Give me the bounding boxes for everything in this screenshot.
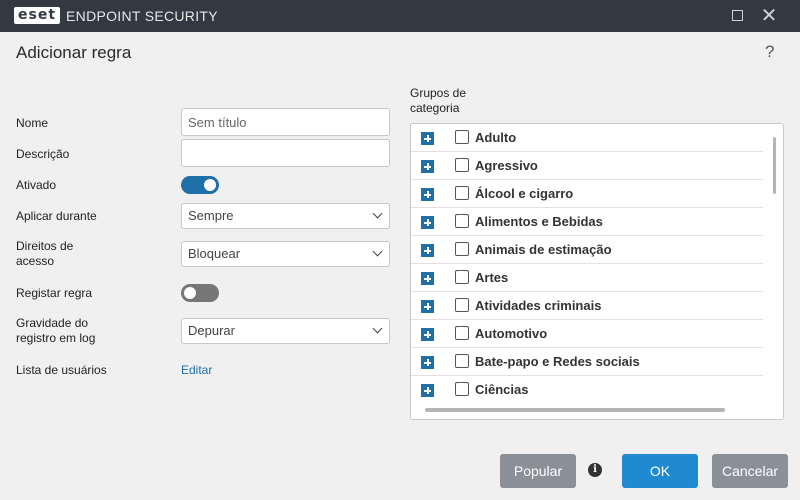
title-bar: eset ENDPOINT SECURITY ✕ — [0, 0, 800, 32]
registrar-toggle[interactable] — [181, 284, 219, 302]
descricao-input[interactable] — [181, 139, 390, 167]
dialog-title: Adicionar regra — [16, 43, 132, 62]
plus-icon[interactable] — [421, 132, 434, 145]
gravidade-label: Gravidade do registro em log — [16, 316, 95, 346]
aplicar-label: Aplicar durante — [16, 209, 97, 223]
nome-input[interactable] — [181, 108, 390, 136]
category-row: Animais de estimação — [411, 236, 763, 264]
info-icon[interactable]: i — [588, 463, 602, 477]
toggle-knob — [204, 179, 216, 191]
plus-icon[interactable] — [421, 272, 434, 285]
plus-icon[interactable] — [421, 188, 434, 201]
close-icon: ✕ — [760, 5, 778, 27]
plus-icon[interactable] — [421, 216, 434, 229]
direitos-label: Direitos de acesso — [16, 239, 73, 269]
horizontal-scrollbar[interactable] — [425, 408, 725, 412]
category-name: Automotivo — [475, 326, 548, 341]
gravidade-value: Depurar — [188, 323, 235, 338]
gravidade-label-line2: registro em log — [16, 331, 96, 345]
category-checkbox[interactable] — [455, 354, 469, 368]
maximize-icon — [731, 10, 743, 21]
category-row: Ciências — [411, 376, 763, 404]
category-row: Agressivo — [411, 152, 763, 180]
close-button[interactable]: ✕ — [759, 6, 779, 26]
ativado-toggle[interactable] — [181, 176, 219, 194]
category-checkbox[interactable] — [455, 186, 469, 200]
plus-icon[interactable] — [421, 384, 434, 397]
category-name: Ciências — [475, 382, 529, 397]
category-row: Atividades criminais — [411, 292, 763, 320]
ativado-label: Ativado — [16, 178, 57, 192]
cancel-button[interactable]: Cancelar — [712, 454, 788, 488]
gravidade-label-line1: Gravidade do — [16, 316, 89, 330]
category-checkbox[interactable] — [455, 298, 469, 312]
direitos-select[interactable]: Bloquear — [181, 241, 390, 267]
editar-link[interactable]: Editar — [181, 363, 212, 377]
categories-label-line2: categoria — [410, 101, 460, 115]
direitos-label-line2: acesso — [16, 254, 55, 268]
ok-button[interactable]: OK — [622, 454, 698, 488]
help-icon[interactable]: ? — [765, 42, 774, 62]
category-name: Alimentos e Bebidas — [475, 214, 603, 229]
category-name: Atividades criminais — [475, 298, 602, 313]
category-list: Adulto Agressivo Álcool e cigarro Alimen… — [410, 123, 784, 420]
category-name: Animais de estimação — [475, 242, 612, 257]
gravidade-select[interactable]: Depurar — [181, 318, 390, 344]
descricao-label: Descrição — [16, 147, 70, 161]
category-checkbox[interactable] — [455, 270, 469, 284]
usuarios-label: Lista de usuários — [16, 363, 107, 377]
categories-label: Grupos de categoria — [410, 86, 466, 116]
category-checkbox[interactable] — [455, 130, 469, 144]
category-name: Agressivo — [475, 158, 538, 173]
direitos-label-line1: Direitos de — [16, 239, 74, 253]
maximize-button[interactable] — [727, 6, 747, 26]
category-row: Álcool e cigarro — [411, 180, 763, 208]
aplicar-value: Sempre — [188, 208, 234, 223]
category-checkbox[interactable] — [455, 158, 469, 172]
category-name: Adulto — [475, 130, 517, 145]
category-row: Automotivo — [411, 320, 763, 348]
category-row: Artes — [411, 264, 763, 292]
toggle-knob — [184, 287, 196, 299]
plus-icon[interactable] — [421, 300, 434, 313]
eset-logo: eset ENDPOINT SECURITY — [14, 7, 218, 24]
product-name: ENDPOINT SECURITY — [66, 7, 218, 24]
category-checkbox[interactable] — [455, 382, 469, 396]
category-checkbox[interactable] — [455, 326, 469, 340]
plus-icon[interactable] — [421, 160, 434, 173]
chevron-down-icon — [372, 323, 383, 334]
categories-label-line1: Grupos de — [410, 86, 467, 100]
category-name: Bate-papo e Redes sociais — [475, 354, 640, 369]
category-name: Artes — [475, 270, 509, 285]
logo-mark: eset — [14, 7, 61, 24]
category-row: Adulto — [411, 124, 763, 152]
plus-icon[interactable] — [421, 244, 434, 257]
registrar-label: Registar regra — [16, 286, 93, 300]
category-row: Bate-papo e Redes sociais — [411, 348, 763, 376]
popular-button[interactable]: Popular — [500, 454, 576, 488]
direitos-value: Bloquear — [188, 246, 241, 261]
nome-label: Nome — [16, 116, 49, 130]
plus-icon[interactable] — [421, 356, 434, 369]
chevron-down-icon — [372, 246, 383, 257]
chevron-down-icon — [372, 208, 383, 219]
category-row: Alimentos e Bebidas — [411, 208, 763, 236]
plus-icon[interactable] — [421, 328, 434, 341]
aplicar-select[interactable]: Sempre — [181, 203, 390, 229]
category-name: Álcool e cigarro — [475, 186, 574, 201]
vertical-scrollbar[interactable] — [773, 137, 776, 194]
category-checkbox[interactable] — [455, 242, 469, 256]
category-checkbox[interactable] — [455, 214, 469, 228]
